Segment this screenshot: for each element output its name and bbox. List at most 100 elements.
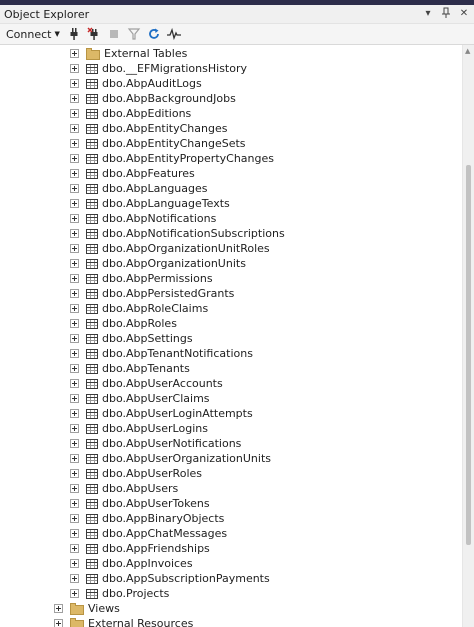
pin-icon[interactable] bbox=[440, 7, 452, 24]
expand-icon[interactable] bbox=[70, 79, 79, 88]
expand-icon[interactable] bbox=[70, 454, 79, 463]
expand-icon[interactable] bbox=[70, 349, 79, 358]
connect-button[interactable]: Connect ▼ bbox=[4, 25, 62, 43]
tree-table-item[interactable]: dbo.AbpUserOrganizationUnits bbox=[70, 451, 271, 466]
scroll-up-arrow-icon[interactable]: ▲ bbox=[465, 47, 470, 55]
tree-table-item[interactable]: dbo.AbpTenants bbox=[70, 361, 190, 376]
expand-icon[interactable] bbox=[70, 244, 79, 253]
table-icon bbox=[86, 453, 98, 464]
expand-icon[interactable] bbox=[70, 304, 79, 313]
tree-table-item[interactable]: dbo.AbpUserTokens bbox=[70, 496, 210, 511]
tree-table-item[interactable]: dbo.Projects bbox=[70, 586, 169, 601]
tree-table-item[interactable]: dbo.__EFMigrationsHistory bbox=[70, 61, 247, 76]
table-icon bbox=[86, 483, 98, 494]
tree-table-item[interactable]: dbo.AbpEntityPropertyChanges bbox=[70, 151, 274, 166]
tree-table-item[interactable]: dbo.AbpAuditLogs bbox=[70, 76, 202, 91]
tree-table-item[interactable]: dbo.AppSubscriptionPayments bbox=[70, 571, 270, 586]
tree-table-item[interactable]: dbo.AbpUserClaims bbox=[70, 391, 210, 406]
expand-icon[interactable] bbox=[70, 139, 79, 148]
tree-node-label: Views bbox=[88, 602, 120, 615]
tree-table-item[interactable]: dbo.AbpSettings bbox=[70, 331, 193, 346]
expand-icon[interactable] bbox=[70, 484, 79, 493]
expand-icon[interactable] bbox=[70, 334, 79, 343]
tree-table-item[interactable]: dbo.AppFriendships bbox=[70, 541, 210, 556]
tree-table-item[interactable]: dbo.AbpLanguages bbox=[70, 181, 208, 196]
vertical-scrollbar[interactable]: ▲ bbox=[462, 45, 474, 627]
tree-table-item[interactable]: dbo.AbpUserLoginAttempts bbox=[70, 406, 253, 421]
tree-table-item[interactable]: dbo.AbpNotificationSubscriptions bbox=[70, 226, 285, 241]
expand-icon[interactable] bbox=[70, 214, 79, 223]
expand-icon[interactable] bbox=[70, 469, 79, 478]
tree-table-item[interactable]: dbo.AppBinaryObjects bbox=[70, 511, 224, 526]
activity-monitor-icon[interactable] bbox=[166, 25, 182, 43]
expand-icon[interactable] bbox=[70, 529, 79, 538]
tree-table-item[interactable]: dbo.AppInvoices bbox=[70, 556, 193, 571]
tree-table-item[interactable]: dbo.AbpUserLogins bbox=[70, 421, 208, 436]
tree-table-item[interactable]: dbo.AbpUserAccounts bbox=[70, 376, 223, 391]
expand-icon[interactable] bbox=[70, 394, 79, 403]
tree-table-item[interactable]: dbo.AbpUsers bbox=[70, 481, 178, 496]
tree-table-item[interactable]: dbo.AbpPermissions bbox=[70, 271, 213, 286]
tree-table-item[interactable]: dbo.AppChatMessages bbox=[70, 526, 227, 541]
expand-icon[interactable] bbox=[70, 64, 79, 73]
tree-folder[interactable]: External Tables bbox=[70, 46, 187, 61]
expand-icon[interactable] bbox=[70, 364, 79, 373]
tree-table-item[interactable]: dbo.AbpUserNotifications bbox=[70, 436, 241, 451]
expand-icon[interactable] bbox=[70, 199, 79, 208]
tree-folder[interactable]: Views bbox=[54, 601, 120, 616]
refresh-icon[interactable] bbox=[146, 25, 162, 43]
tree-table-item[interactable]: dbo.AbpOrganizationUnits bbox=[70, 256, 246, 271]
expand-icon[interactable] bbox=[70, 109, 79, 118]
connect-icon[interactable] bbox=[66, 25, 82, 43]
expand-icon[interactable] bbox=[54, 619, 63, 627]
expand-icon[interactable] bbox=[70, 124, 79, 133]
disconnect-icon[interactable] bbox=[86, 25, 102, 43]
table-icon bbox=[86, 243, 98, 254]
table-icon bbox=[86, 228, 98, 239]
filter-icon[interactable] bbox=[126, 25, 142, 43]
tree-node-label: dbo.AbpFeatures bbox=[102, 167, 195, 180]
expand-icon[interactable] bbox=[54, 604, 63, 613]
tree-table-item[interactable]: dbo.AbpEntityChangeSets bbox=[70, 136, 246, 151]
expand-icon[interactable] bbox=[70, 289, 79, 298]
expand-icon[interactable] bbox=[70, 544, 79, 553]
tree-folder[interactable]: External Resources bbox=[54, 616, 193, 627]
expand-icon[interactable] bbox=[70, 559, 79, 568]
stop-icon[interactable] bbox=[106, 25, 122, 43]
scrollbar-thumb[interactable] bbox=[466, 165, 471, 545]
table-icon bbox=[86, 78, 98, 89]
expand-icon[interactable] bbox=[70, 589, 79, 598]
expand-icon[interactable] bbox=[70, 424, 79, 433]
close-icon[interactable]: ✕ bbox=[458, 7, 470, 24]
tree-table-item[interactable]: dbo.AbpTenantNotifications bbox=[70, 346, 253, 361]
expand-icon[interactable] bbox=[70, 94, 79, 103]
tree-table-item[interactable]: dbo.AbpEntityChanges bbox=[70, 121, 227, 136]
expand-icon[interactable] bbox=[70, 184, 79, 193]
expand-icon[interactable] bbox=[70, 574, 79, 583]
tree-node-label: dbo.__EFMigrationsHistory bbox=[102, 62, 248, 75]
expand-icon[interactable] bbox=[70, 229, 79, 238]
tree-table-item[interactable]: dbo.AbpRoleClaims bbox=[70, 301, 208, 316]
expand-icon[interactable] bbox=[70, 154, 79, 163]
table-icon bbox=[86, 138, 98, 149]
expand-icon[interactable] bbox=[70, 379, 79, 388]
tree-table-item[interactable]: dbo.AbpFeatures bbox=[70, 166, 195, 181]
tree-table-item[interactable]: dbo.AbpEditions bbox=[70, 106, 191, 121]
tree-table-item[interactable]: dbo.AbpLanguageTexts bbox=[70, 196, 230, 211]
tree-table-item[interactable]: dbo.AbpBackgroundJobs bbox=[70, 91, 236, 106]
tree-table-item[interactable]: dbo.AbpNotifications bbox=[70, 211, 216, 226]
expand-icon[interactable] bbox=[70, 499, 79, 508]
expand-icon[interactable] bbox=[70, 409, 79, 418]
tree-table-item[interactable]: dbo.AbpPersistedGrants bbox=[70, 286, 234, 301]
expand-icon[interactable] bbox=[70, 319, 79, 328]
expand-icon[interactable] bbox=[70, 514, 79, 523]
expand-icon[interactable] bbox=[70, 259, 79, 268]
tree-table-item[interactable]: dbo.AbpOrganizationUnitRoles bbox=[70, 241, 270, 256]
expand-icon[interactable] bbox=[70, 49, 79, 58]
tree-table-item[interactable]: dbo.AbpUserRoles bbox=[70, 466, 202, 481]
window-position-dropdown-icon[interactable]: ▾ bbox=[422, 7, 434, 24]
tree-table-item[interactable]: dbo.AbpRoles bbox=[70, 316, 177, 331]
expand-icon[interactable] bbox=[70, 169, 79, 178]
expand-icon[interactable] bbox=[70, 274, 79, 283]
expand-icon[interactable] bbox=[70, 439, 79, 448]
